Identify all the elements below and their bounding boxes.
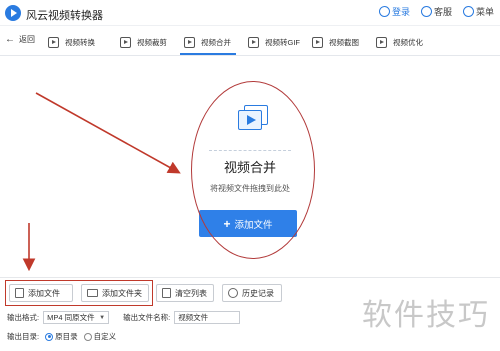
format-value: MP4 同原文件: [47, 313, 95, 322]
tab-video-optimize[interactable]: 视频优化: [376, 32, 423, 52]
title-bar: 风云视频转换器 登录 客服 菜单: [0, 0, 500, 26]
app-logo-icon: [5, 5, 21, 21]
back-arrow-icon: ←: [5, 34, 15, 45]
video-merge-icon: [184, 36, 195, 48]
back-button[interactable]: ← 返回: [5, 34, 35, 45]
tab-video-screenshot[interactable]: 视频截图: [312, 32, 359, 52]
function-toolbar: ← 返回 视频转换 视频裁剪 视频合并 视频转GIF 视频截图 视频优化: [0, 26, 500, 56]
app-title: 风云视频转换器: [26, 10, 103, 22]
headset-icon: [420, 6, 432, 17]
tab-video-convert[interactable]: 视频转换: [48, 32, 95, 52]
dir-option-custom: 自定义: [93, 332, 117, 341]
menu-label: 菜单: [475, 7, 494, 17]
video-convert-icon: [48, 36, 59, 48]
history-button[interactable]: 历史记录: [222, 284, 282, 302]
trash-icon: [162, 288, 171, 298]
titlebar-actions: 登录 客服 菜单: [378, 5, 494, 18]
watermark-text: 软件技巧: [362, 298, 490, 333]
clear-list-label: 清空列表: [175, 288, 207, 298]
clock-icon: [228, 288, 238, 298]
format-label: 输出格式:: [7, 313, 40, 322]
tab-label: 视频优化: [393, 37, 423, 47]
radio-original-dir[interactable]: [45, 332, 54, 341]
output-dir-row: 输出目录: 原目录 自定义: [7, 331, 116, 342]
menu-icon: [462, 6, 474, 17]
login-label: 登录: [391, 7, 410, 17]
login-button[interactable]: 登录: [378, 5, 410, 18]
format-select[interactable]: MP4 同原文件 ▼: [43, 311, 110, 324]
gif-icon: [248, 36, 259, 48]
menu-button[interactable]: 菜单: [462, 5, 494, 18]
user-icon: [378, 6, 390, 17]
tab-label: 视频转换: [65, 37, 95, 47]
optimize-icon: [376, 36, 387, 48]
tab-label: 视频转GIF: [265, 37, 300, 47]
dir-label: 输出目录:: [7, 332, 40, 341]
annotation-box: [5, 280, 153, 306]
active-tab-indicator: [180, 53, 236, 55]
video-crop-icon: [120, 36, 131, 48]
tab-label: 视频合并: [201, 37, 231, 47]
filename-label: 输出文件名称:: [123, 313, 171, 322]
tab-video-merge[interactable]: 视频合并: [184, 32, 231, 52]
tab-video-to-gif[interactable]: 视频转GIF: [248, 32, 300, 52]
tab-label: 视频截图: [329, 37, 359, 47]
history-label: 历史记录: [242, 288, 274, 298]
output-settings-row: 输出格式: MP4 同原文件 ▼ 输出文件名称:: [7, 311, 241, 324]
service-label: 客服: [433, 7, 452, 17]
screenshot-icon: [312, 36, 323, 48]
clear-list-button[interactable]: 清空列表: [156, 284, 214, 302]
tab-label: 视频裁剪: [137, 37, 167, 47]
back-label: 返回: [19, 35, 35, 44]
service-button[interactable]: 客服: [420, 5, 452, 18]
tab-video-crop[interactable]: 视频裁剪: [120, 32, 167, 52]
chevron-down-icon: ▼: [99, 314, 106, 321]
filename-input[interactable]: [174, 311, 241, 324]
annotation-ellipse: [191, 81, 315, 259]
radio-custom-dir[interactable]: [83, 332, 92, 341]
dir-option-original: 原目录: [55, 332, 78, 341]
